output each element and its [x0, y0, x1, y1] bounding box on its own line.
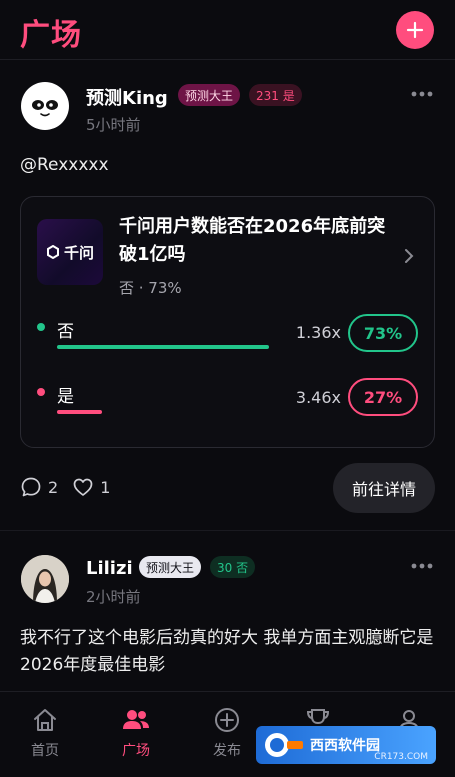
comment-icon[interactable] — [20, 476, 42, 498]
tab-publish[interactable]: 发布 — [192, 706, 262, 760]
stat-badge: 30 否 — [210, 556, 256, 578]
watermark-text: 西西软件园 — [310, 738, 380, 754]
post-time: 2小时前 — [86, 588, 141, 606]
option-vote-button[interactable]: 27% — [348, 378, 418, 416]
plus-circle-icon — [215, 708, 239, 732]
heart-icon[interactable] — [72, 476, 94, 498]
option-label: 是 — [57, 387, 74, 407]
chevron-right-icon[interactable] — [403, 247, 415, 265]
like-count: 1 — [100, 477, 111, 497]
qianwen-logo-icon — [46, 245, 59, 259]
rank-badge: 预测大王 — [178, 84, 241, 106]
post-card: Lilizi 预测大王 30 否 2小时前 我不行了这个电影后劲真的好大 我单方… — [0, 531, 455, 691]
option-bar — [57, 410, 102, 414]
user-photo-icon — [21, 555, 69, 603]
tab-home[interactable]: 首页 — [10, 706, 80, 760]
avatar[interactable] — [21, 555, 69, 603]
poll-thumbnail: 千问 — [37, 219, 103, 285]
watermark-subtext: CR173.COM — [374, 752, 428, 762]
watermark-logo-icon — [265, 733, 303, 757]
poll-card[interactable]: 千问 千问用户数能否在2026年底前突破1亿吗 否 · 73% 否 1.36x … — [20, 196, 435, 448]
more-icon[interactable] — [410, 562, 434, 570]
rank-badge: 预测大王 — [139, 556, 202, 578]
author-name[interactable]: Lilizi — [86, 558, 133, 579]
tab-plaza[interactable]: 广场 — [101, 706, 171, 760]
post-stats: 2 1 — [20, 476, 124, 498]
panda-face-icon — [32, 100, 58, 117]
go-to-details-button[interactable]: 前往详情 — [333, 463, 435, 513]
site-watermark: 西西软件园 CR173.COM — [256, 726, 436, 764]
option-multiplier: 3.46x — [295, 388, 341, 407]
poll-summary: 否 · 73% — [119, 279, 182, 297]
tab-label: 首页 — [31, 743, 59, 759]
option-dot — [37, 323, 45, 331]
stat-badge: 231 是 — [249, 84, 302, 106]
tab-label: 发布 — [213, 743, 241, 759]
post-time: 5小时前 — [86, 116, 141, 134]
thumbnail-label: 千问 — [63, 243, 94, 262]
option-vote-button[interactable]: 73% — [348, 314, 418, 352]
avatar[interactable] — [21, 82, 69, 130]
post-card: 预测King 预测大王 231 是 5小时前 @Rexxxxx 千问 千问用户数… — [0, 0, 455, 531]
option-bar — [57, 345, 269, 349]
author-name[interactable]: 预测King — [86, 84, 168, 110]
more-icon[interactable] — [410, 90, 434, 98]
post-text: 我不行了这个电影后劲真的好大 我单方面主观臆断它是2026年度最佳电影 — [20, 628, 434, 675]
option-dot — [37, 388, 45, 396]
option-multiplier: 1.36x — [295, 323, 341, 342]
people-icon — [123, 710, 149, 729]
tab-label: 广场 — [122, 743, 150, 759]
post-text: @Rexxxxx — [20, 155, 109, 175]
comment-count: 2 — [48, 477, 59, 497]
option-label: 否 — [57, 322, 74, 342]
home-icon — [34, 709, 56, 731]
poll-question: 千问用户数能否在2026年底前突破1亿吗 — [119, 216, 386, 265]
